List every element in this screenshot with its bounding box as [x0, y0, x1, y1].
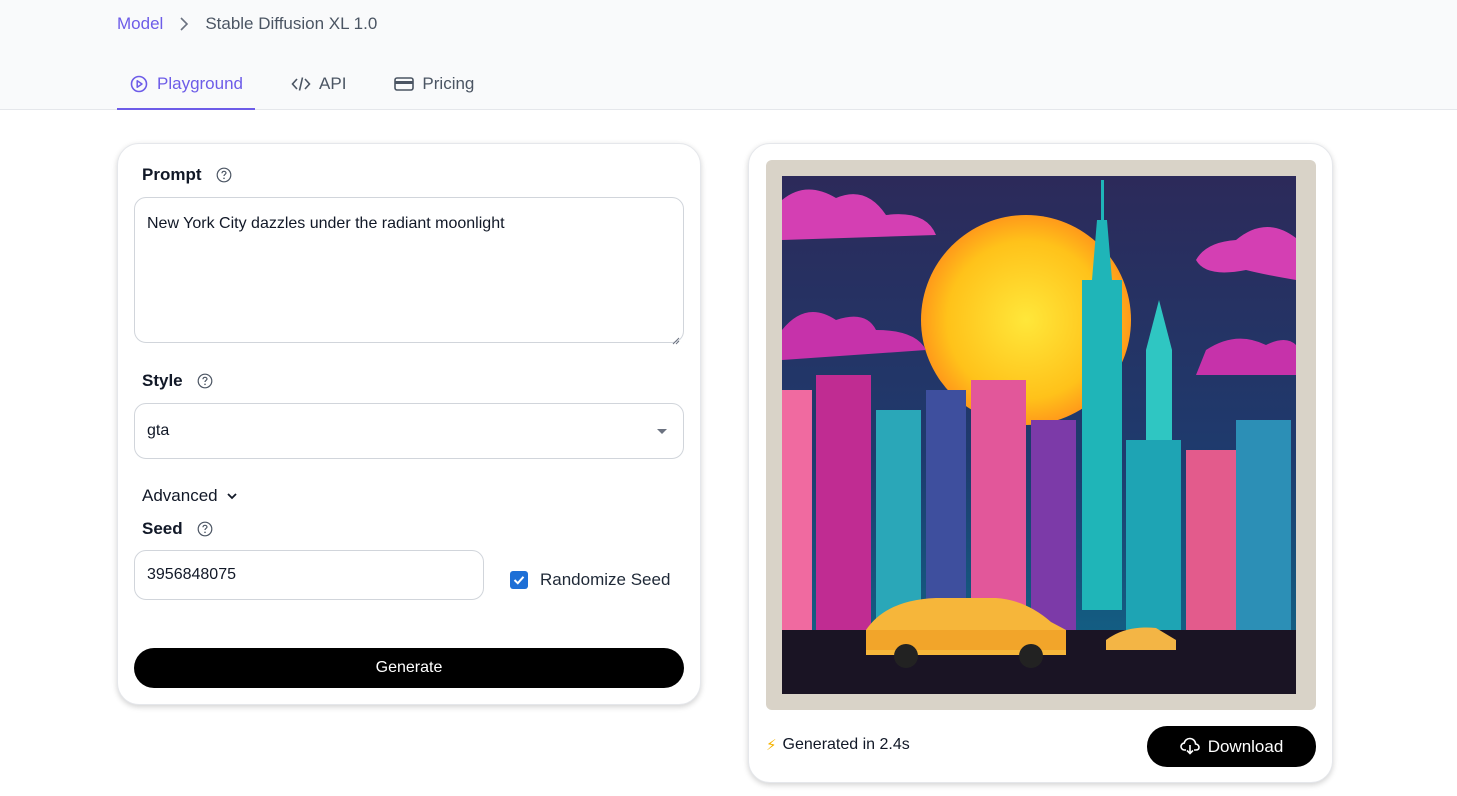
caret-down-icon [657, 428, 667, 434]
prompt-input[interactable]: New York City dazzles under the radiant … [134, 197, 684, 345]
cloud-download-icon [1179, 737, 1200, 757]
tab-pricing[interactable]: Pricing [382, 58, 486, 109]
tab-api[interactable]: API [279, 58, 358, 109]
tab-pricing-label: Pricing [422, 73, 475, 93]
tab-bar: Playground API Pricing [117, 58, 510, 110]
seed-value: 3956848075 [147, 566, 236, 583]
tab-api-label: API [319, 73, 347, 93]
style-select[interactable]: gta [134, 403, 684, 459]
style-label-row: Style [142, 371, 213, 391]
help-icon[interactable] [197, 373, 213, 389]
breadcrumb: Model Stable Diffusion XL 1.0 [117, 14, 377, 34]
top-header: Model Stable Diffusion XL 1.0 Playground… [0, 0, 1457, 110]
randomize-seed-label: Randomize Seed [540, 570, 671, 589]
seed-label-row: Seed [142, 519, 213, 539]
download-label: Download [1207, 736, 1284, 756]
code-icon [291, 74, 311, 94]
playground-form-card: Prompt New York City dazzles under the r… [117, 143, 701, 705]
prompt-label: Prompt [142, 165, 202, 184]
seed-input[interactable]: 3956848075 [134, 550, 484, 600]
prompt-text: New York City dazzles under the radiant … [147, 215, 505, 232]
breadcrumb-model-link[interactable]: Model [117, 14, 163, 34]
tab-playground-label: Playground [157, 73, 244, 93]
generation-status-text: Generated in 2.4s [782, 736, 910, 753]
download-button[interactable]: Download [1147, 726, 1316, 767]
style-selected-value: gta [147, 422, 170, 439]
style-label: Style [142, 371, 183, 390]
play-circle-icon [129, 74, 149, 94]
generated-image [766, 160, 1316, 710]
breadcrumb-current: Stable Diffusion XL 1.0 [205, 14, 378, 33]
output-card: ⚡ Generated in 2.4s Download [748, 143, 1333, 783]
generation-status: ⚡ Generated in 2.4s [766, 736, 910, 754]
resize-handle-icon[interactable] [672, 331, 680, 345]
chevron-down-icon [226, 490, 238, 502]
tab-playground[interactable]: Playground [117, 58, 256, 110]
chevron-right-icon [179, 17, 189, 31]
randomize-seed-option[interactable]: Randomize Seed [510, 570, 670, 590]
advanced-label: Advanced [142, 486, 218, 505]
help-icon[interactable] [216, 167, 232, 183]
help-icon[interactable] [197, 521, 213, 537]
credit-card-icon [394, 74, 415, 94]
prompt-label-row: Prompt [142, 165, 232, 185]
generate-button[interactable]: Generate [134, 648, 684, 688]
advanced-toggle[interactable]: Advanced [142, 486, 238, 506]
lightning-icon: ⚡ [766, 737, 777, 754]
randomize-seed-checkbox[interactable] [510, 571, 528, 589]
seed-label: Seed [142, 519, 183, 538]
